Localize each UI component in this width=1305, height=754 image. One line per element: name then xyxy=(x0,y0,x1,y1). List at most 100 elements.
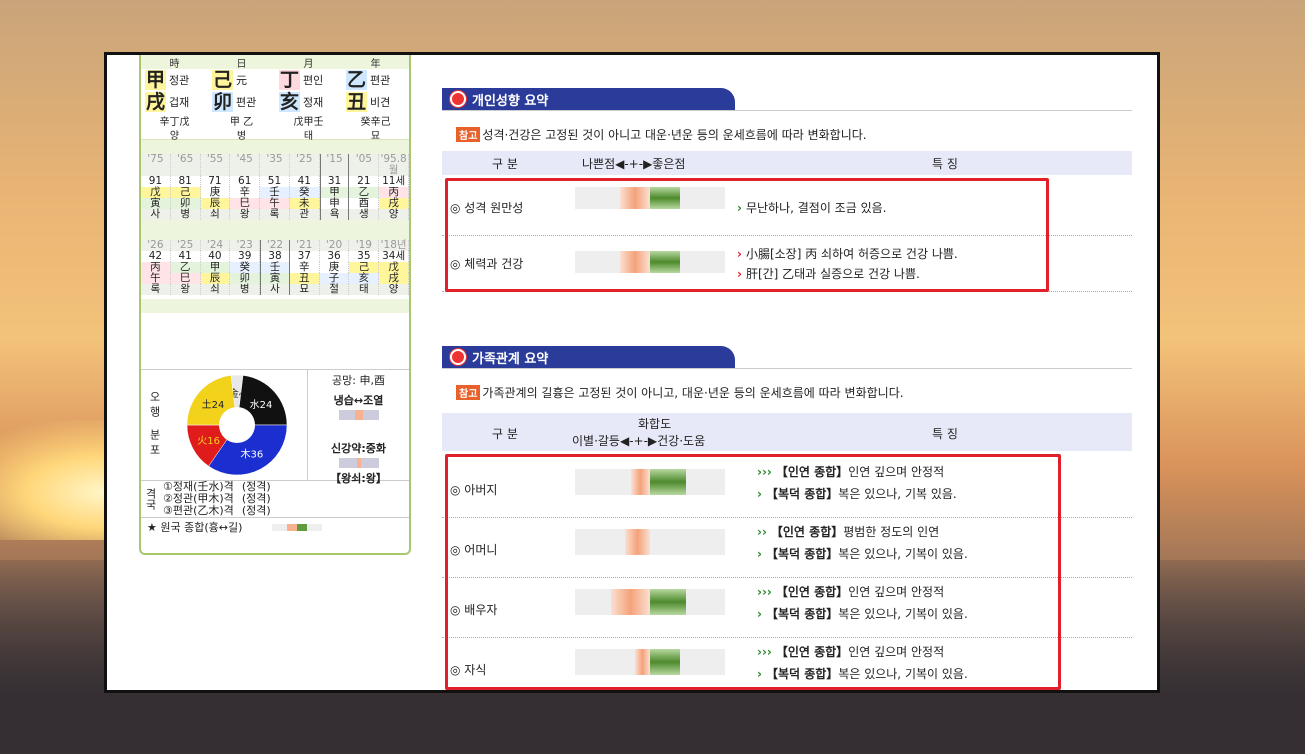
luck-cell[interactable]: '25 xyxy=(290,154,320,176)
separator xyxy=(141,140,409,154)
note-tag: 참고 xyxy=(456,385,481,400)
pillar-label: 편관 xyxy=(370,74,391,87)
years-cell[interactable]: 태 xyxy=(349,284,380,295)
years-cell[interactable]: 절 xyxy=(320,284,350,295)
target-icon xyxy=(450,91,466,107)
pillar-label: 정관 xyxy=(169,74,190,87)
pillar-cell: 卯 편관 xyxy=(208,92,275,112)
element-distribution: 오행 분포 金4 水24 木36 火16 土24 공망: 申,酉 냉습↔조열 신강약:중… xyxy=(141,369,409,536)
col-gubun: 구 분 xyxy=(492,427,518,441)
luck-cell[interactable]: 양 xyxy=(379,209,409,220)
luck-cell[interactable]: '45 xyxy=(230,154,261,176)
years-row: 록왕쇠병사묘절태양 xyxy=(141,284,409,295)
personality-note: 참고 성격·건강은 고정된 것이 아니고 대운·년운 등의 운세흐름에 따라 변화… xyxy=(456,126,867,143)
separator xyxy=(141,220,409,240)
years-cell[interactable]: 왕 xyxy=(171,284,201,295)
gyeok-label: 격국 xyxy=(144,488,157,510)
col-scale: 이별·갈등◀-+-▶건강·도움 xyxy=(572,434,706,448)
col-scale: 나쁜점◀-+-▶좋은점 xyxy=(582,156,686,171)
pillar-character: 戌 xyxy=(145,91,167,113)
years-cell[interactable]: 쇠 xyxy=(201,284,231,295)
gyeok-type: (정격) xyxy=(241,504,271,517)
ohaeng-pie-chart: 金4 水24 木36 火16 土24 xyxy=(167,370,307,480)
pillar-label: 元 xyxy=(236,74,248,87)
naengseup: 냉습↔조열 xyxy=(333,394,384,407)
wonguk-total: ★ 원국 종합(흉↔길) xyxy=(141,517,409,536)
luck-cell[interactable]: '65 xyxy=(171,154,201,176)
wonguk-total-label: ★ 원국 종합(흉↔길) xyxy=(147,521,243,534)
luck-cell[interactable]: '15 xyxy=(319,154,350,176)
pillar-character: 甲 xyxy=(145,69,167,91)
years-cell[interactable]: 묘 xyxy=(290,284,320,295)
col-scale-title: 화합도 xyxy=(638,417,672,431)
pillar-header: 日 xyxy=(236,59,247,70)
hidden-stems: 癸辛己 xyxy=(360,117,391,128)
luck-cell[interactable]: '55 xyxy=(201,154,231,176)
pillar-character: 己 xyxy=(212,69,234,91)
luck-cell[interactable]: 병 xyxy=(171,209,201,220)
pillar-label: 겁재 xyxy=(169,96,190,109)
stage-cell: 묘 xyxy=(370,131,381,142)
ohaeng-label: 오행 분포 xyxy=(148,391,161,459)
highlight-box xyxy=(445,454,1061,690)
pillar-cell: 丑 비견 xyxy=(342,92,409,112)
personality-section-title: 개인성향 요약 xyxy=(442,88,735,110)
target-icon xyxy=(450,349,466,365)
pillar-header: 月 xyxy=(303,59,314,70)
pillar-character: 丁 xyxy=(279,69,301,91)
hidden-stems: 戊甲壬 xyxy=(293,117,324,128)
pie-hole xyxy=(219,407,255,443)
pillar-cell: 甲 정관 xyxy=(141,70,208,90)
luck-cell[interactable]: 생 xyxy=(349,209,380,220)
luck-cell[interactable]: '05 xyxy=(349,154,380,176)
pillar-cell: 丁 편인 xyxy=(275,70,342,90)
gongmang: 공망: 申,酉 xyxy=(332,374,385,387)
saju-panel: 時 日 月 年 甲 정관 己元丁 편인 乙 편관 戌 겁재 卯 편관 亥 정재 丑 비견 辛丁戊 甲 乙… xyxy=(139,55,411,555)
screenshot-frame: 時 日 月 年 甲 정관 己元丁 편인 乙 편관 戌 겁재 卯 편관 亥 정재 丑 비견 辛丁戊 甲 乙… xyxy=(104,52,1160,693)
strength-info: 공망: 申,酉 냉습↔조열 신강약:중화 【왕쇠:왕】 xyxy=(307,370,409,485)
pillar-character: 乙 xyxy=(346,69,368,91)
luck-row: '75'65'55'45'35'25'15'05'95.8월 xyxy=(141,154,409,176)
luck-cell[interactable]: 관 xyxy=(290,209,320,220)
years-cell[interactable]: 병 xyxy=(230,284,261,295)
pillar-label: 편인 xyxy=(303,74,324,87)
years-cell[interactable]: 사 xyxy=(260,284,290,295)
luck-cell[interactable]: '75 xyxy=(141,154,171,176)
luck-cell[interactable]: 사 xyxy=(141,209,171,220)
naengseup-bar xyxy=(338,410,379,420)
col-feature: 특 징 xyxy=(932,427,958,441)
years-cell[interactable]: 록 xyxy=(141,284,171,295)
luck-cell[interactable]: 쇠 xyxy=(201,209,231,220)
family-table-header: 구 분 화합도 이별·갈등◀-+-▶건강·도움 특 징 xyxy=(442,413,1132,451)
pillar-label: 정재 xyxy=(303,96,324,109)
wangsoe: 【왕쇠:왕】 xyxy=(330,472,387,485)
luck-cell[interactable]: 록 xyxy=(260,209,290,220)
pillar-header: 年 xyxy=(370,59,381,70)
gyeok-name: ③편관(乙木)격 xyxy=(163,504,234,517)
luck-cell[interactable]: '35 xyxy=(260,154,290,176)
pillar-cell: 亥 정재 xyxy=(275,92,342,112)
stage-cell: 병 xyxy=(236,131,247,142)
col-gubun: 구 분 xyxy=(492,156,518,171)
yeonun-grid[interactable]: '26'25'24'23'22'21'20'19'18년 42 41 40 39 38 37… xyxy=(141,240,409,295)
family-section-title: 가족관계 요약 xyxy=(442,346,735,368)
pie-label: 水24 xyxy=(250,399,273,411)
luck-cell[interactable]: 왕 xyxy=(230,209,261,220)
luck-row: 사병쇠왕록관욕생양 xyxy=(141,209,409,220)
wonguk-total-bar xyxy=(272,523,323,531)
pillar-label: 편관 xyxy=(236,96,257,109)
pie-label: 木36 xyxy=(241,448,264,460)
luck-cell[interactable]: '95.8월 xyxy=(379,154,409,176)
luck-cell[interactable]: 욕 xyxy=(319,209,350,220)
daeun-grid[interactable]: '75'65'55'45'35'25'15'05'95.8월 91 81 71 61 51… xyxy=(141,154,409,220)
pillar-cell: 己元 xyxy=(208,70,275,90)
years-cell[interactable]: 양 xyxy=(379,284,409,295)
stage-cell: 양 xyxy=(169,131,180,142)
personality-table-header: 구 분 나쁜점◀-+-▶좋은점 특 징 xyxy=(442,151,1132,175)
pillar-cell: 乙 편관 xyxy=(342,70,409,90)
pie-label: 土24 xyxy=(202,398,225,411)
family-note: 참고 가족관계의 길흉은 고정된 것이 아니고, 대운·년운 등의 운세흐름에 따… xyxy=(456,384,904,401)
singangyak-bar xyxy=(338,458,379,468)
col-feature: 특 징 xyxy=(932,156,958,171)
hidden-stems-row: 辛丁戊 甲 乙 戊甲壬 癸辛己 xyxy=(141,113,409,128)
